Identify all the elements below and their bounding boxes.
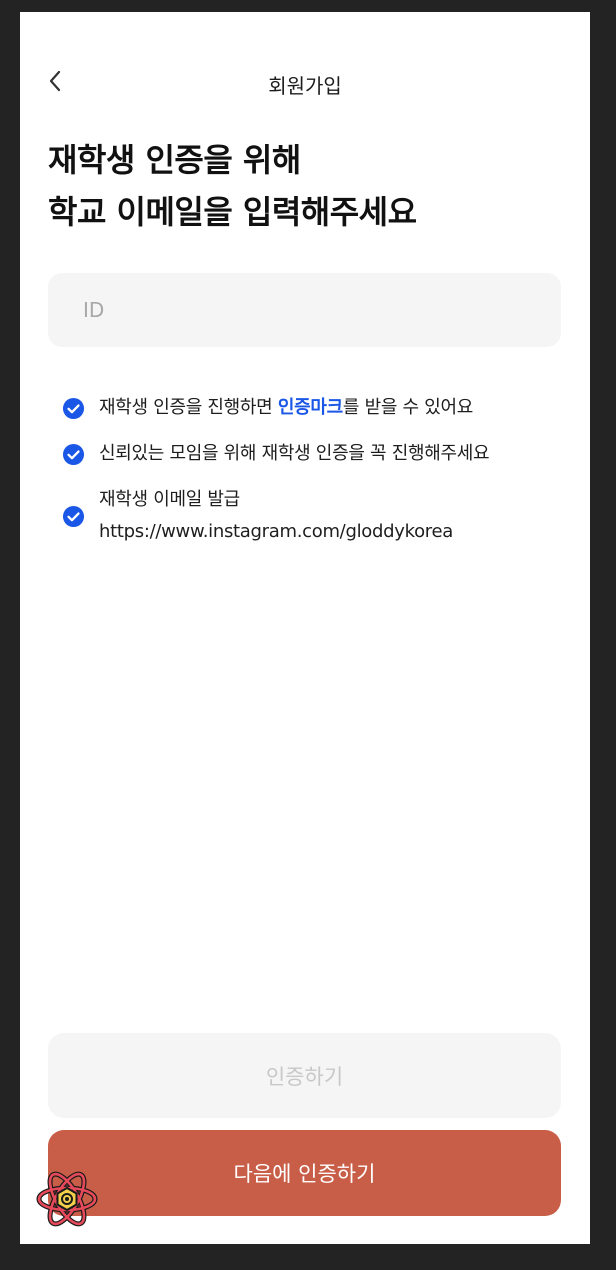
- verify-button[interactable]: 인증하기: [48, 1033, 561, 1118]
- verify-later-button[interactable]: 다음에 인증하기: [48, 1130, 561, 1216]
- notice-text: 재학생 인증을 진행하면 인증마크를 받을 수 있어요: [99, 392, 473, 424]
- check-circle-icon: [62, 443, 85, 465]
- notice-item-verification-mark: 재학생 인증을 진행하면 인증마크를 받을 수 있어요: [62, 392, 582, 424]
- notice-list: 재학생 인증을 진행하면 인증마크를 받을 수 있어요 신뢰있는 모임을 위해 …: [62, 392, 582, 548]
- header: 회원가입: [20, 60, 590, 104]
- headline: 재학생 인증을 위해 학교 이메일을 입력해주세요: [48, 134, 568, 238]
- verification-mark-highlight: 인증마크: [277, 397, 343, 418]
- headline-line-1: 재학생 인증을 위해: [48, 141, 301, 179]
- school-email-input[interactable]: [48, 273, 561, 347]
- notice-text: 신뢰있는 모임을 위해 재학생 인증을 꼭 진행해주세요: [99, 443, 490, 464]
- notice-text-after: 를 받을 수 있어요: [342, 397, 474, 418]
- check-circle-icon: [62, 397, 85, 419]
- check-circle-icon: [62, 505, 85, 527]
- notice-text: 재학생 이메일 발급 https://www.instagram.com/glo…: [99, 484, 453, 548]
- notice-item-trust: 신뢰있는 모임을 위해 재학생 인증을 꼭 진행해주세요: [62, 438, 582, 470]
- headline-line-2: 학교 이메일을 입력해주세요: [48, 193, 417, 231]
- notice-text-before: 재학생 인증을 진행하면: [99, 397, 278, 418]
- react-logo-icon[interactable]: [36, 1169, 98, 1229]
- instagram-link[interactable]: https://www.instagram.com/gloddykorea: [99, 516, 453, 548]
- page-title: 회원가입: [268, 74, 342, 98]
- signup-screen: 회원가입 재학생 인증을 위해 학교 이메일을 입력해주세요 재학생 인증을 진…: [20, 12, 590, 1244]
- notice-item-email-issue: 재학생 이메일 발급 https://www.instagram.com/glo…: [62, 484, 582, 548]
- notice-email-title: 재학생 이메일 발급: [99, 489, 240, 510]
